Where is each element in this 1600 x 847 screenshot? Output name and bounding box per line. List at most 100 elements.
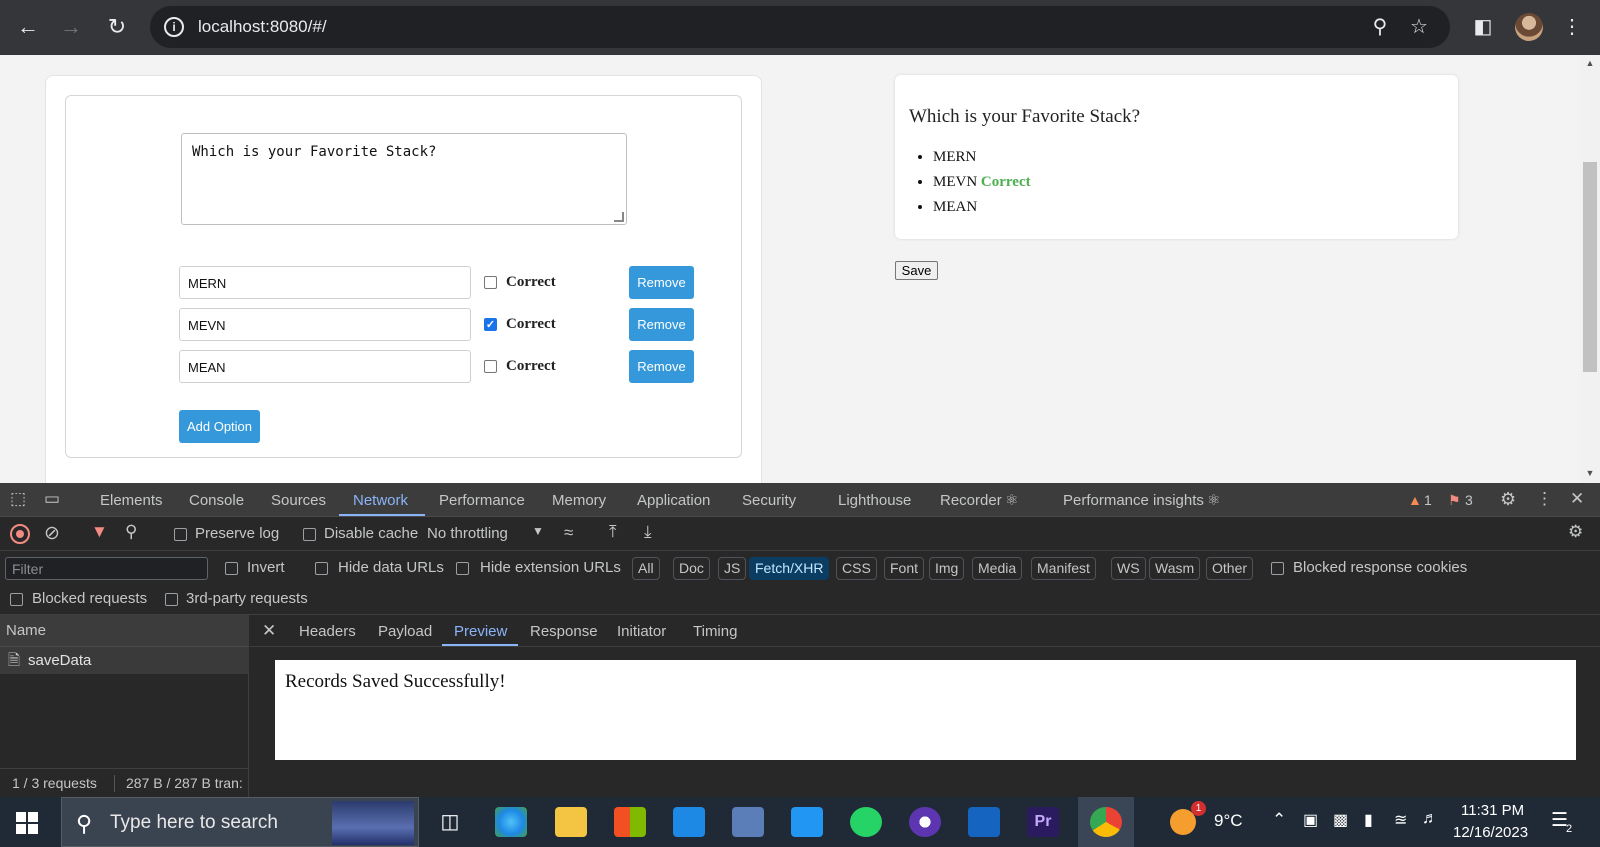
clear-icon[interactable]: ⊘ (44, 522, 60, 545)
taskbar-search[interactable]: ⚲ Type here to search (61, 797, 419, 847)
clock-time[interactable]: 11:31 PM (1461, 802, 1524, 819)
volume-icon[interactable]: ♬ (1422, 810, 1438, 828)
back-icon[interactable]: ← (13, 12, 43, 42)
microsoft-store-icon[interactable] (614, 807, 646, 837)
dropdown-caret-icon[interactable]: ▼ (532, 524, 544, 538)
tab-security[interactable]: Security (742, 492, 796, 509)
remove-button[interactable]: Remove (629, 350, 694, 383)
filter-funnel-icon[interactable]: ▼ (91, 522, 108, 542)
page-scrollbar[interactable]: ▲ ▼ (1580, 55, 1600, 483)
more-menu-icon[interactable]: ⋮ (1536, 489, 1553, 509)
battery-icon[interactable]: ▮ (1364, 810, 1373, 830)
error-icon[interactable]: ⚑ (1448, 492, 1461, 509)
filter-chip-all[interactable]: All (632, 557, 660, 580)
blocked-response-cookies-checkbox[interactable] (1271, 562, 1284, 575)
blocked-requests-checkbox[interactable] (10, 593, 23, 606)
hide-extension-urls-checkbox[interactable] (456, 562, 469, 575)
filter-chip-doc[interactable]: Doc (673, 557, 710, 580)
tab-payload[interactable]: Payload (378, 623, 432, 640)
request-name[interactable]: saveData (28, 652, 91, 669)
screen-app-icon[interactable] (909, 807, 941, 837)
filter-chip-img[interactable]: Img (929, 557, 965, 580)
tab-elements[interactable]: Elements (100, 492, 163, 509)
settings-gear-icon[interactable]: ⚙ (1500, 489, 1516, 510)
close-devtools-icon[interactable]: ✕ (1570, 489, 1584, 509)
site-info-icon[interactable]: i (164, 17, 184, 37)
name-column-header[interactable]: Name (6, 622, 46, 639)
address-url[interactable]: localhost:8080/#/ (198, 17, 327, 37)
export-har-icon[interactable]: ⤓ (644, 522, 652, 542)
throttling-select[interactable]: No throttling (427, 525, 508, 542)
resize-grip-icon[interactable] (614, 212, 624, 222)
tab-sources[interactable]: Sources (271, 492, 326, 509)
remove-button[interactable]: Remove (629, 308, 694, 341)
tab-preview[interactable]: Preview (454, 623, 507, 640)
preserve-log-checkbox[interactable] (174, 528, 187, 541)
filter-chip-font[interactable]: Font (884, 557, 925, 580)
inspect-element-icon[interactable]: ⬚ (10, 489, 26, 509)
search-icon[interactable]: ⚲ (125, 522, 137, 542)
tab-application[interactable]: Application (637, 492, 710, 509)
remove-button[interactable]: Remove (629, 266, 694, 299)
warning-icon[interactable]: ▲ (1408, 492, 1422, 508)
premiere-pro-icon[interactable]: Pr (1027, 807, 1059, 837)
tab-memory[interactable]: Memory (552, 492, 606, 509)
taskbar-search-placeholder[interactable]: Type here to search (110, 812, 278, 834)
network-conditions-icon[interactable]: ≈ (564, 523, 573, 543)
filter-chip-manifest[interactable]: Manifest (1031, 557, 1096, 580)
error-count[interactable]: 3 (1465, 492, 1473, 508)
tab-console[interactable]: Console (189, 492, 244, 509)
zoom-icon[interactable]: ⚲ (1368, 15, 1392, 39)
question-text[interactable]: Which is your Favorite Stack? (192, 144, 436, 160)
third-party-requests-checkbox[interactable] (165, 593, 178, 606)
tab-performance-insights[interactable]: Performance insights (1063, 492, 1204, 509)
add-option-button[interactable]: Add Option (179, 410, 260, 443)
filter-input[interactable]: Filter (5, 557, 208, 580)
warning-count[interactable]: 1 (1424, 492, 1432, 508)
import-har-icon[interactable]: ⤒ (609, 522, 617, 542)
recorder-app-icon[interactable] (968, 807, 1000, 837)
correct-checkbox[interactable]: ✓ (484, 318, 497, 331)
windows-start-icon[interactable] (16, 812, 38, 834)
address-bar[interactable]: i localhost:8080/#/ ⚲ ☆ (150, 6, 1450, 48)
tab-network[interactable]: Network (353, 492, 408, 509)
projector-icon[interactable]: ▩ (1333, 810, 1348, 830)
vscode-icon[interactable] (791, 807, 823, 837)
task-view-icon[interactable]: ◫ (434, 807, 466, 837)
profile-avatar[interactable] (1515, 13, 1543, 41)
chrome-menu-icon[interactable]: ⋮ (1557, 12, 1587, 42)
network-settings-icon[interactable]: ⚙ (1568, 522, 1583, 542)
save-button[interactable]: Save (895, 261, 938, 280)
correct-checkbox[interactable] (484, 276, 497, 289)
invert-checkbox[interactable] (225, 562, 238, 575)
filter-chip-other[interactable]: Other (1206, 557, 1254, 580)
mail-icon[interactable] (673, 807, 705, 837)
option-input[interactable]: MERN (179, 266, 471, 299)
request-row[interactable]: 🗎 saveData (0, 647, 249, 674)
clock-date[interactable]: 12/16/2023 (1453, 824, 1528, 841)
filter-chip-media[interactable]: Media (972, 557, 1023, 580)
device-toolbar-icon[interactable]: ▭ (44, 489, 60, 509)
forward-icon[interactable]: → (56, 12, 86, 42)
bookmark-star-icon[interactable]: ☆ (1407, 15, 1431, 39)
filter-chip-css[interactable]: CSS (836, 557, 877, 580)
correct-checkbox[interactable] (484, 360, 497, 373)
tab-headers[interactable]: Headers (299, 623, 356, 640)
tab-initiator[interactable]: Initiator (617, 623, 666, 640)
close-detail-icon[interactable]: ✕ (262, 621, 276, 641)
chrome-icon[interactable] (1090, 807, 1122, 837)
scroll-up-icon[interactable]: ▲ (1585, 58, 1595, 68)
whatsapp-icon[interactable] (850, 807, 882, 837)
scrollbar-thumb[interactable] (1583, 162, 1597, 372)
tab-recorder[interactable]: Recorder (940, 492, 1002, 509)
side-panel-icon[interactable]: ◧ (1468, 12, 1498, 42)
chevron-up-icon[interactable]: ⌃ (1272, 810, 1286, 830)
hide-data-urls-checkbox[interactable] (315, 562, 328, 575)
wifi-icon[interactable]: ≊ (1394, 810, 1407, 830)
tab-timing[interactable]: Timing (693, 623, 737, 640)
record-stop-icon[interactable] (10, 524, 30, 544)
filter-chip-ws[interactable]: WS (1111, 557, 1146, 580)
weather-temp[interactable]: 9°C (1214, 811, 1243, 831)
question-textarea[interactable]: Which is your Favorite Stack? (181, 133, 627, 225)
option-input[interactable]: MEAN (179, 350, 471, 383)
